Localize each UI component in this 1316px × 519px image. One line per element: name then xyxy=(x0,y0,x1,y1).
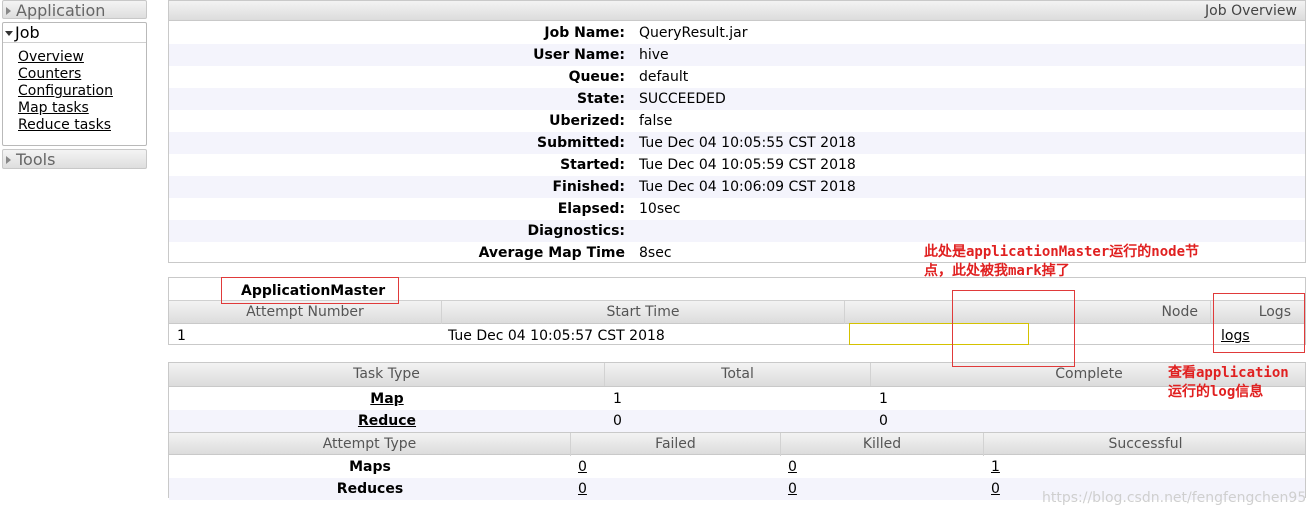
overview-value: hive xyxy=(639,47,669,63)
overview-key: User Name: xyxy=(533,47,625,63)
column-header-task-type[interactable]: Task Type xyxy=(169,363,605,386)
tasks-panel: Task Type Total Complete Map 1 1 Reduce … xyxy=(168,362,1307,500)
task-type-reduce-link[interactable]: Reduce xyxy=(169,410,605,432)
chevron-down-icon xyxy=(5,31,13,36)
overview-value: 10sec xyxy=(639,201,681,217)
reduces-failed-link[interactable]: 0 xyxy=(578,478,587,500)
annotation-log-note-line1: 查看application xyxy=(1168,365,1289,381)
overview-value: 8sec xyxy=(639,245,672,261)
attempt-type-reduces: Reduces xyxy=(336,481,404,497)
overview-row: Finished: Tue Dec 04 10:06:09 CST 2018 xyxy=(169,176,1305,198)
attempt-type-maps: Maps xyxy=(349,459,391,475)
overview-row: Job Name: QueryResult.jar xyxy=(169,22,1305,44)
overview-row: Uberized: false xyxy=(169,110,1305,132)
sidebar-link-reduce-tasks[interactable]: Reduce tasks xyxy=(18,117,146,134)
overview-row: Diagnostics: xyxy=(169,220,1305,242)
sidebar-application-header[interactable]: Application xyxy=(2,0,147,20)
overview-row: State: SUCCEEDED xyxy=(169,88,1305,110)
am-attempt-number: 1 xyxy=(177,328,186,344)
sidebar-link-map-tasks[interactable]: Map tasks xyxy=(18,100,146,117)
column-header-total[interactable]: Total xyxy=(605,363,871,386)
sidebar-job-label: Job xyxy=(15,23,40,42)
maps-killed-link[interactable]: 0 xyxy=(788,456,797,478)
job-overview-panel: Job Overview Job Name: QueryResult.jar Use… xyxy=(168,0,1306,263)
job-overview-title: Job Overview xyxy=(169,1,1305,21)
maps-successful-link[interactable]: 1 xyxy=(991,456,1000,478)
overview-key: State: xyxy=(576,91,625,107)
overview-key: Elapsed: xyxy=(557,201,625,217)
reduces-successful-link[interactable]: 0 xyxy=(991,478,1000,500)
task-map-complete: 1 xyxy=(879,391,888,407)
overview-row: Queue: default xyxy=(169,66,1305,88)
overview-key: Uberized: xyxy=(549,113,625,129)
task-type-map-link[interactable]: Map xyxy=(169,388,605,410)
task-map-total: 1 xyxy=(613,391,622,407)
reduces-killed-link[interactable]: 0 xyxy=(788,478,797,500)
column-header-successful[interactable]: Successful xyxy=(984,433,1307,456)
overview-value: false xyxy=(639,113,673,129)
annotation-node-note-line1: 此处是applicationMaster运行的node节 xyxy=(924,244,1200,260)
overview-key: Started: xyxy=(560,157,625,173)
overview-value: default xyxy=(639,69,689,85)
overview-row: Started: Tue Dec 04 10:05:59 CST 2018 xyxy=(169,154,1305,176)
overview-key: Average Map Time xyxy=(478,245,625,261)
column-header-failed[interactable]: Failed xyxy=(571,433,781,456)
overview-value: Tue Dec 04 10:05:55 CST 2018 xyxy=(639,135,856,151)
column-header-attempt-type[interactable]: Attempt Type xyxy=(169,433,571,456)
sidebar-link-overview[interactable]: Overview xyxy=(18,49,146,66)
overview-row: Submitted: Tue Dec 04 10:05:55 CST 2018 xyxy=(169,132,1305,154)
overview-key: Diagnostics: xyxy=(527,223,625,239)
overview-value: SUCCEEDED xyxy=(639,91,726,107)
sidebar-link-configuration[interactable]: Configuration xyxy=(18,83,146,100)
column-header-attempt-number[interactable]: Attempt Number xyxy=(169,301,442,324)
overview-key: Queue: xyxy=(568,69,625,85)
overview-row: User Name: hive xyxy=(169,44,1305,66)
sidebar-job-panel: Job Overview Counters Configuration Map … xyxy=(2,22,147,146)
task-reduce-total: 0 xyxy=(613,413,622,429)
task-reduce-complete: 0 xyxy=(879,413,888,429)
annotation-box-application-master xyxy=(221,277,399,304)
annotation-log-note-line2: 运行的log信息 xyxy=(1168,384,1264,400)
column-header-start-time[interactable]: Start Time xyxy=(442,301,845,324)
overview-key: Finished: xyxy=(552,179,625,195)
column-header-killed[interactable]: Killed xyxy=(781,433,984,456)
annotation-node-note-line2: 点，此处被我mark掉了 xyxy=(924,263,1070,279)
overview-value: Tue Dec 04 10:05:59 CST 2018 xyxy=(639,157,856,173)
am-start-time: Tue Dec 04 10:05:57 CST 2018 xyxy=(448,328,665,344)
chevron-right-icon xyxy=(6,156,11,164)
overview-key: Submitted: xyxy=(537,135,625,151)
annotation-box-node xyxy=(952,290,1075,367)
overview-value: Tue Dec 04 10:06:09 CST 2018 xyxy=(639,179,856,195)
sidebar-job-header[interactable]: Job xyxy=(3,23,146,43)
overview-value: QueryResult.jar xyxy=(639,25,748,41)
chevron-right-icon xyxy=(6,7,11,15)
sidebar-link-counters[interactable]: Counters xyxy=(18,66,146,83)
overview-key: Job Name: xyxy=(544,25,625,41)
overview-row: Elapsed: 10sec xyxy=(169,198,1305,220)
annotation-box-logs xyxy=(1213,293,1305,353)
watermark: https://blog.csdn.net/fengfengchen95 xyxy=(1042,490,1307,506)
sidebar-application-label: Application xyxy=(16,1,106,20)
sidebar-tools-header[interactable]: Tools xyxy=(2,149,147,169)
sidebar-tools-label: Tools xyxy=(16,150,56,169)
maps-failed-link[interactable]: 0 xyxy=(578,456,587,478)
